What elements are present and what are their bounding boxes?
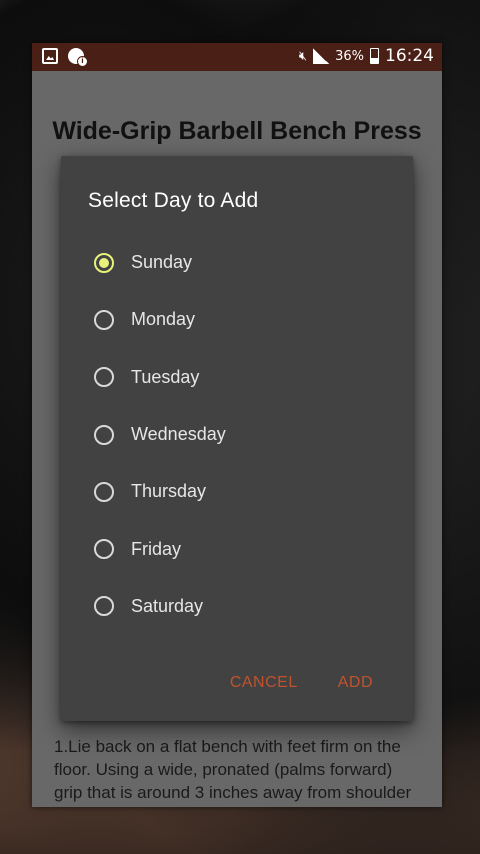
option-saturday[interactable]: Saturday [61,578,413,635]
signal-icon [313,48,330,64]
dialog-title: Select Day to Add [88,189,259,212]
radio-unchecked-icon[interactable] [94,367,114,388]
option-thursday[interactable]: Thursday [61,463,413,520]
day-options-list: Sunday Monday Tuesday Wednesday Thursday… [61,234,413,635]
sync-info-icon [68,48,88,67]
radio-unchecked-icon[interactable] [94,309,114,330]
option-tuesday[interactable]: Tuesday [61,349,413,406]
option-monday[interactable]: Monday [61,291,413,348]
option-label: Sunday [131,252,193,273]
radio-unchecked-icon[interactable] [94,539,114,560]
radio-unchecked-icon[interactable] [94,596,114,617]
radio-checked-icon[interactable] [94,252,114,273]
clock: 16:24 [385,46,434,66]
select-day-dialog: Select Day to Add Sunday Monday Tuesday … [61,156,413,721]
status-bar: 🔇︎ 36% 16:24 [32,43,442,71]
option-label: Saturday [131,595,204,616]
exercise-title: Wide-Grip Barbell Bench Press [52,117,422,145]
option-label: Thursday [131,481,207,502]
mute-icon: 🔇︎ [298,48,308,64]
dialog-actions: CANCEL ADD [230,674,373,692]
radio-unchecked-icon[interactable] [94,481,114,502]
add-button[interactable]: ADD [338,674,373,692]
option-wednesday[interactable]: Wednesday [61,406,413,463]
option-label: Tuesday [131,366,200,387]
option-label: Friday [131,538,182,559]
option-sunday[interactable]: Sunday [61,234,413,291]
option-label: Monday [131,309,196,330]
image-icon [42,48,58,64]
battery-icon [370,48,379,64]
cancel-button[interactable]: CANCEL [230,674,298,692]
option-label: Wednesday [131,424,226,445]
option-friday[interactable]: Friday [61,520,413,577]
battery-percent: 36% [335,48,364,64]
exercise-instructions: 1.Lie back on a flat bench with feet fir… [54,737,412,807]
radio-unchecked-icon[interactable] [94,424,114,445]
